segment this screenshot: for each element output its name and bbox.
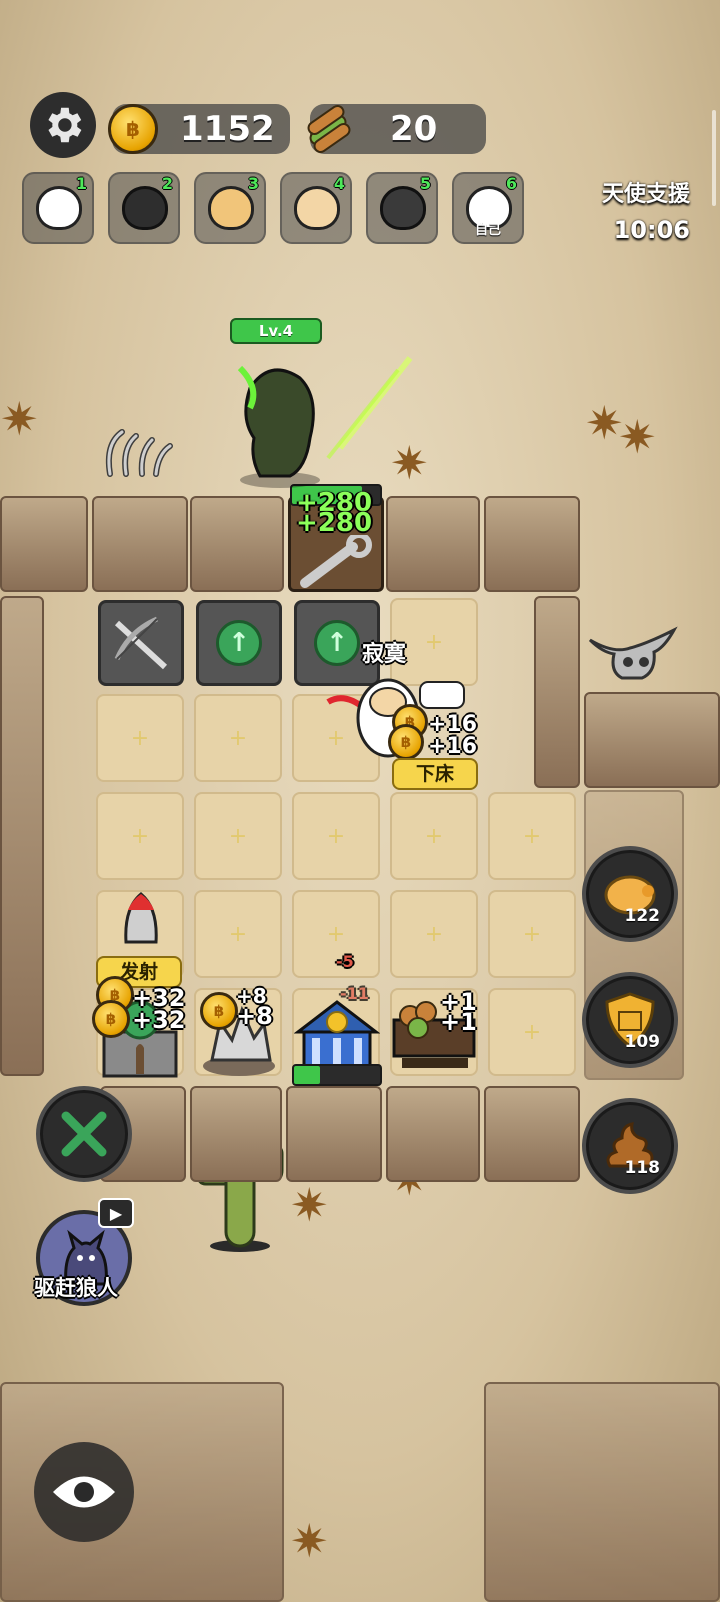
ribcage-bones-icon <box>105 429 173 477</box>
empty-build-slot[interactable]: + <box>488 792 576 880</box>
arrow-up-icon: ↑ <box>314 620 360 666</box>
empty-build-slot[interactable]: + <box>194 890 282 978</box>
stone-wall <box>190 496 284 592</box>
crossbow-icon <box>114 616 168 670</box>
team-slot-self-label: 自己 <box>474 223 501 238</box>
stone-wall <box>190 1086 282 1182</box>
team-slot-number: 6 <box>505 174 517 193</box>
animal-skull-icon <box>588 626 678 680</box>
dry-bush-icon: ✷ <box>290 1178 329 1232</box>
shield-count: 109 <box>624 1032 661 1052</box>
team-slot-4[interactable]: 4 <box>280 172 352 244</box>
bank-building <box>294 1000 380 1070</box>
coin-icon: ฿ <box>200 992 238 1030</box>
video-ad-icon: ▶ <box>98 1198 134 1228</box>
bank-progress-bar <box>292 1064 382 1086</box>
bank-loss: -5 <box>336 952 354 971</box>
scroll-indicator <box>712 110 716 206</box>
empty-build-slot[interactable]: + <box>96 694 184 782</box>
bank-loss: -11 <box>340 984 369 1003</box>
empty-build-slot[interactable]: + <box>96 792 184 880</box>
stone-wall <box>484 496 580 592</box>
stone-wall <box>484 1086 580 1182</box>
stone-wall <box>584 692 720 788</box>
stone-wall <box>286 1086 382 1182</box>
settings-button[interactable] <box>30 92 96 158</box>
view-toggle-button[interactable] <box>34 1442 134 1542</box>
wood-counter: 20 <box>307 104 486 154</box>
team-slot-3[interactable]: 3 <box>194 172 266 244</box>
team-slot-number: 2 <box>161 174 173 193</box>
arrow-up-icon: ↑ <box>216 620 262 666</box>
poop-count: 118 <box>624 1158 661 1178</box>
empty-build-slot[interactable]: + <box>488 890 576 978</box>
wrench-icon <box>300 535 372 588</box>
stone-wall <box>0 496 88 592</box>
angel-support-title: 天使支援 <box>601 182 690 207</box>
stone-wall <box>534 596 580 788</box>
stone-wall <box>92 496 188 592</box>
coin-value: 1152 <box>180 109 275 149</box>
get-off-bed-button[interactable]: 下床 <box>392 758 478 790</box>
wood-logs-icon <box>307 104 351 154</box>
piggy-bank-button[interactable]: 122 <box>582 846 678 942</box>
ore-gain: +8 <box>236 1002 273 1030</box>
coin-icon: ฿ <box>92 1000 130 1038</box>
drive-werewolf-label: 驱赶狼人 <box>34 1276 118 1300</box>
poop-button[interactable]: 118 <box>582 1098 678 1194</box>
werewolf-enemy[interactable] <box>220 348 420 488</box>
coin-counter: ฿ 1152 <box>108 104 290 154</box>
repair-button[interactable] <box>36 1086 132 1182</box>
empty-build-slot[interactable]: + <box>292 792 380 880</box>
player-gain: +16 <box>428 734 478 759</box>
team-slot-2[interactable]: 2 <box>108 172 180 244</box>
shield-button[interactable]: 109 <box>582 972 678 1068</box>
dry-bush-icon: ✷ <box>0 392 39 446</box>
coin-icon: ฿ <box>108 104 158 154</box>
empty-build-slot[interactable]: + <box>488 988 576 1076</box>
tower-gain: +32 <box>132 1006 186 1034</box>
dry-bush-icon: ✷ <box>618 410 657 464</box>
team-slot-number: 4 <box>333 174 345 193</box>
piggy-count: 122 <box>624 906 661 926</box>
coin-icon: ฿ <box>388 724 424 760</box>
gear-icon <box>48 107 82 143</box>
rocket-icon <box>124 892 158 944</box>
team-slot-number: 5 <box>419 174 431 193</box>
stone-wall <box>0 596 44 1076</box>
team-slot-number: 1 <box>75 174 87 193</box>
team-slot-1[interactable]: 1 <box>22 172 94 244</box>
empty-build-slot[interactable]: + <box>194 694 282 782</box>
stone-wall <box>386 1086 480 1182</box>
gate-repair-amount: +280 <box>296 508 373 538</box>
dry-bush-icon: ✷ <box>290 1514 329 1568</box>
team-slot-6[interactable]: 6 自己 <box>452 172 524 244</box>
stone-wall <box>386 496 480 592</box>
stone-wall <box>484 1382 720 1602</box>
crossbow-turret[interactable] <box>98 600 184 686</box>
team-slot-number: 3 <box>247 174 259 193</box>
wrench-hammer-icon <box>61 1111 107 1157</box>
team-slot-5[interactable]: 5 <box>366 172 438 244</box>
empty-build-slot[interactable]: + <box>390 890 478 978</box>
angel-support-timer: 10:06 <box>613 216 690 244</box>
lumber-gain: +1 <box>440 1008 477 1036</box>
wood-value: 20 <box>390 109 438 149</box>
empty-build-slot[interactable]: + <box>194 792 282 880</box>
eye-icon <box>53 1476 115 1508</box>
upgrade-slot[interactable]: ↑ <box>196 600 282 686</box>
empty-build-slot[interactable]: + <box>390 792 478 880</box>
enemy-level-badge: Lv.4 <box>230 318 322 344</box>
